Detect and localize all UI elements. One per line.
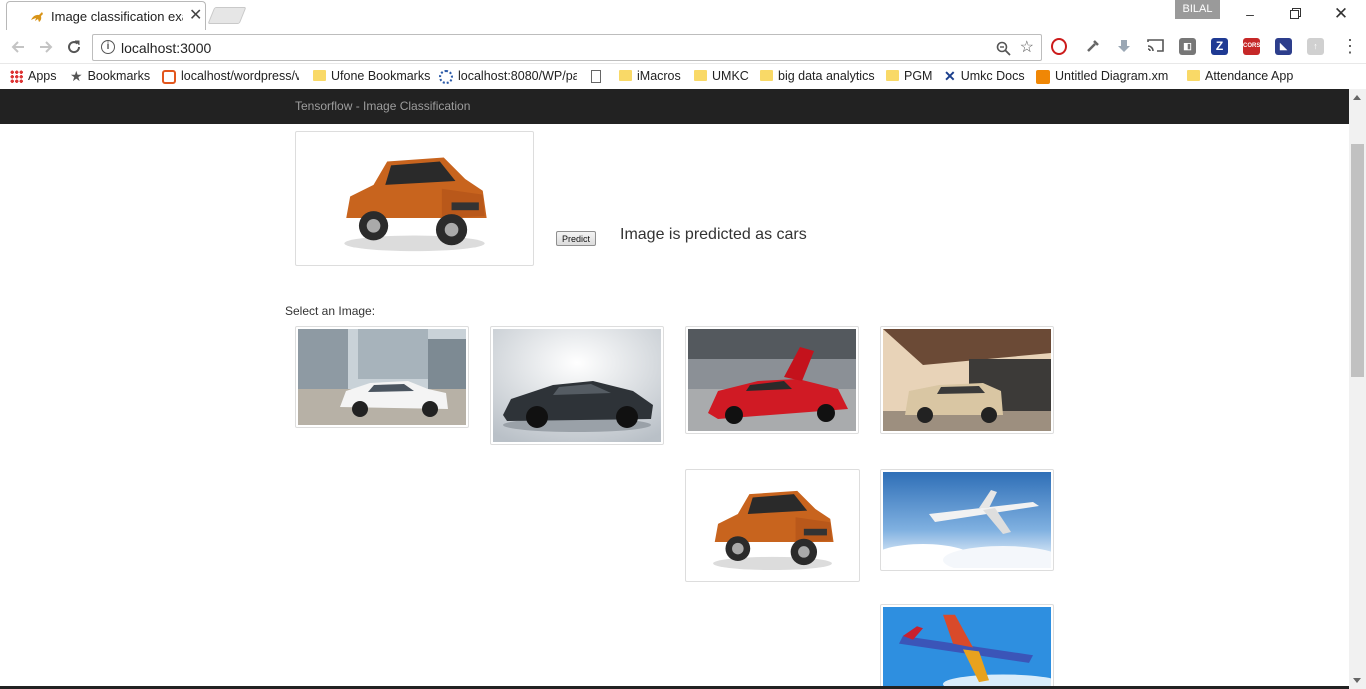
bookmark-attendance-app[interactable]: Attendance App — [1187, 67, 1293, 86]
back-arrow-icon[interactable] — [8, 37, 28, 57]
page-icon — [591, 70, 601, 84]
bookmarks-bar: Apps ★ Bookmarks localhost/wordpress/v Uf… — [0, 64, 1366, 89]
close-window-icon[interactable]: ✕ — [1329, 3, 1353, 25]
gallery-thumbnail-6[interactable] — [880, 469, 1054, 571]
profile-badge[interactable]: BILAL — [1175, 0, 1220, 19]
bookmark-umkc-docs[interactable]: ✕ Umkc Docs — [944, 67, 1025, 86]
bookmark-ufone[interactable]: Ufone Bookmarks — [313, 67, 430, 86]
bookmark-imacros[interactable]: iMacros — [619, 67, 681, 86]
gallery-thumbnail-5[interactable] — [685, 469, 860, 582]
pocket-extension-icon[interactable]: ◧ — [1179, 38, 1196, 55]
minimize-icon[interactable]: – — [1238, 3, 1262, 25]
folder-icon — [619, 70, 632, 82]
bookmark-localhost-8080[interactable]: localhost:8080/WP/pa — [439, 67, 577, 86]
address-bar[interactable]: i localhost:3000 ☆ — [92, 34, 1042, 61]
gallery-thumbnail-2[interactable] — [490, 326, 664, 445]
info-icon[interactable]: i — [101, 40, 115, 54]
gear-site-icon — [439, 69, 453, 84]
navbar-brand[interactable]: Tensorflow - Image Classification — [295, 99, 470, 113]
bookmark-big-data-analytics[interactable]: big data analytics — [760, 67, 875, 86]
folder-icon — [313, 70, 326, 82]
new-tab-button[interactable] — [207, 7, 247, 24]
predict-button[interactable]: Predict — [556, 231, 596, 246]
forward-arrow-icon[interactable] — [36, 37, 56, 57]
orange-suv-image — [344, 157, 487, 252]
red-supercar-image — [688, 329, 856, 431]
eyedropper-extension-icon[interactable] — [1084, 38, 1101, 55]
zoom-icon[interactable] — [996, 38, 1011, 60]
browser-tab[interactable]: Image classification exam ✕ — [6, 1, 206, 30]
app-navbar: Tensorflow - Image Classification — [0, 89, 1349, 124]
mendeley-extension-icon[interactable]: ◣ — [1275, 38, 1292, 55]
selected-image-preview — [295, 131, 534, 266]
bookmark-star-icon[interactable]: ☆ — [1020, 37, 1034, 57]
browser-toolbar: i localhost:3000 ☆ ◧ Z CORS ◣ ↑ ⋮ — [0, 30, 1366, 64]
star-icon: ★ — [70, 68, 83, 85]
url-text: localhost:3000 — [121, 40, 212, 56]
page-scrollbar[interactable] — [1349, 89, 1366, 689]
bookmark-localhost-wordpress[interactable]: localhost/wordpress/v — [162, 67, 299, 86]
bookmark-apps[interactable]: Apps — [10, 67, 57, 86]
zotero-extension-icon[interactable]: Z — [1211, 38, 1228, 55]
wordpress-site-icon — [162, 69, 176, 84]
folder-icon — [694, 70, 707, 82]
orange-suv-image — [713, 490, 834, 571]
kangaroo-favicon-icon — [29, 10, 45, 24]
folder-icon — [760, 70, 773, 82]
cors-extension-icon[interactable]: CORS — [1243, 38, 1260, 55]
white-sedan-image — [298, 329, 466, 425]
airplane-blue-sky-image — [883, 607, 1051, 687]
bookmark-untitled-diagram[interactable]: Untitled Diagram.xml — [1036, 67, 1169, 86]
folder-icon — [1187, 70, 1200, 82]
gallery-thumbnail-4[interactable] — [880, 326, 1054, 434]
bookmark-bookmarks[interactable]: ★ Bookmarks — [70, 67, 150, 86]
select-image-label: Select an Image: — [285, 304, 376, 318]
gallery-thumbnail-1[interactable] — [295, 326, 469, 428]
upload-extension-icon[interactable]: ↑ — [1307, 38, 1324, 55]
scroll-up-icon[interactable] — [1353, 95, 1361, 100]
gallery-thumbnail-7[interactable] — [880, 604, 1054, 689]
airplane-clouds-image — [883, 472, 1051, 568]
close-tab-icon[interactable]: ✕ — [189, 7, 202, 25]
download-extension-icon[interactable] — [1115, 38, 1132, 55]
gold-suv-image — [883, 329, 1051, 431]
opera-extension-icon[interactable] — [1051, 38, 1067, 55]
bookmark-pgm[interactable]: PGM — [886, 67, 932, 86]
x-site-icon: ✕ — [944, 68, 956, 85]
reload-icon[interactable] — [64, 37, 84, 57]
browser-tab-strip: Image classification exam ✕ BILAL – ✕ — [0, 0, 1366, 30]
tab-title: Image classification exam — [51, 9, 183, 24]
restore-icon[interactable] — [1283, 3, 1307, 25]
folder-icon — [886, 70, 899, 82]
bookmark-umkc[interactable]: UMKC — [694, 67, 749, 86]
black-sports-car-image — [493, 329, 661, 442]
more-vertical-icon[interactable]: ⋮ — [1341, 35, 1359, 57]
bookmark-page[interactable] — [591, 67, 606, 86]
prediction-result: Image is predicted as cars — [620, 226, 807, 243]
scroll-down-icon[interactable] — [1353, 678, 1361, 683]
cast-icon[interactable] — [1147, 38, 1164, 55]
gallery-thumbnail-3[interactable] — [685, 326, 859, 434]
drawio-icon — [1036, 69, 1050, 84]
scroll-thumb[interactable] — [1351, 144, 1364, 377]
apps-grid-icon — [10, 70, 23, 84]
